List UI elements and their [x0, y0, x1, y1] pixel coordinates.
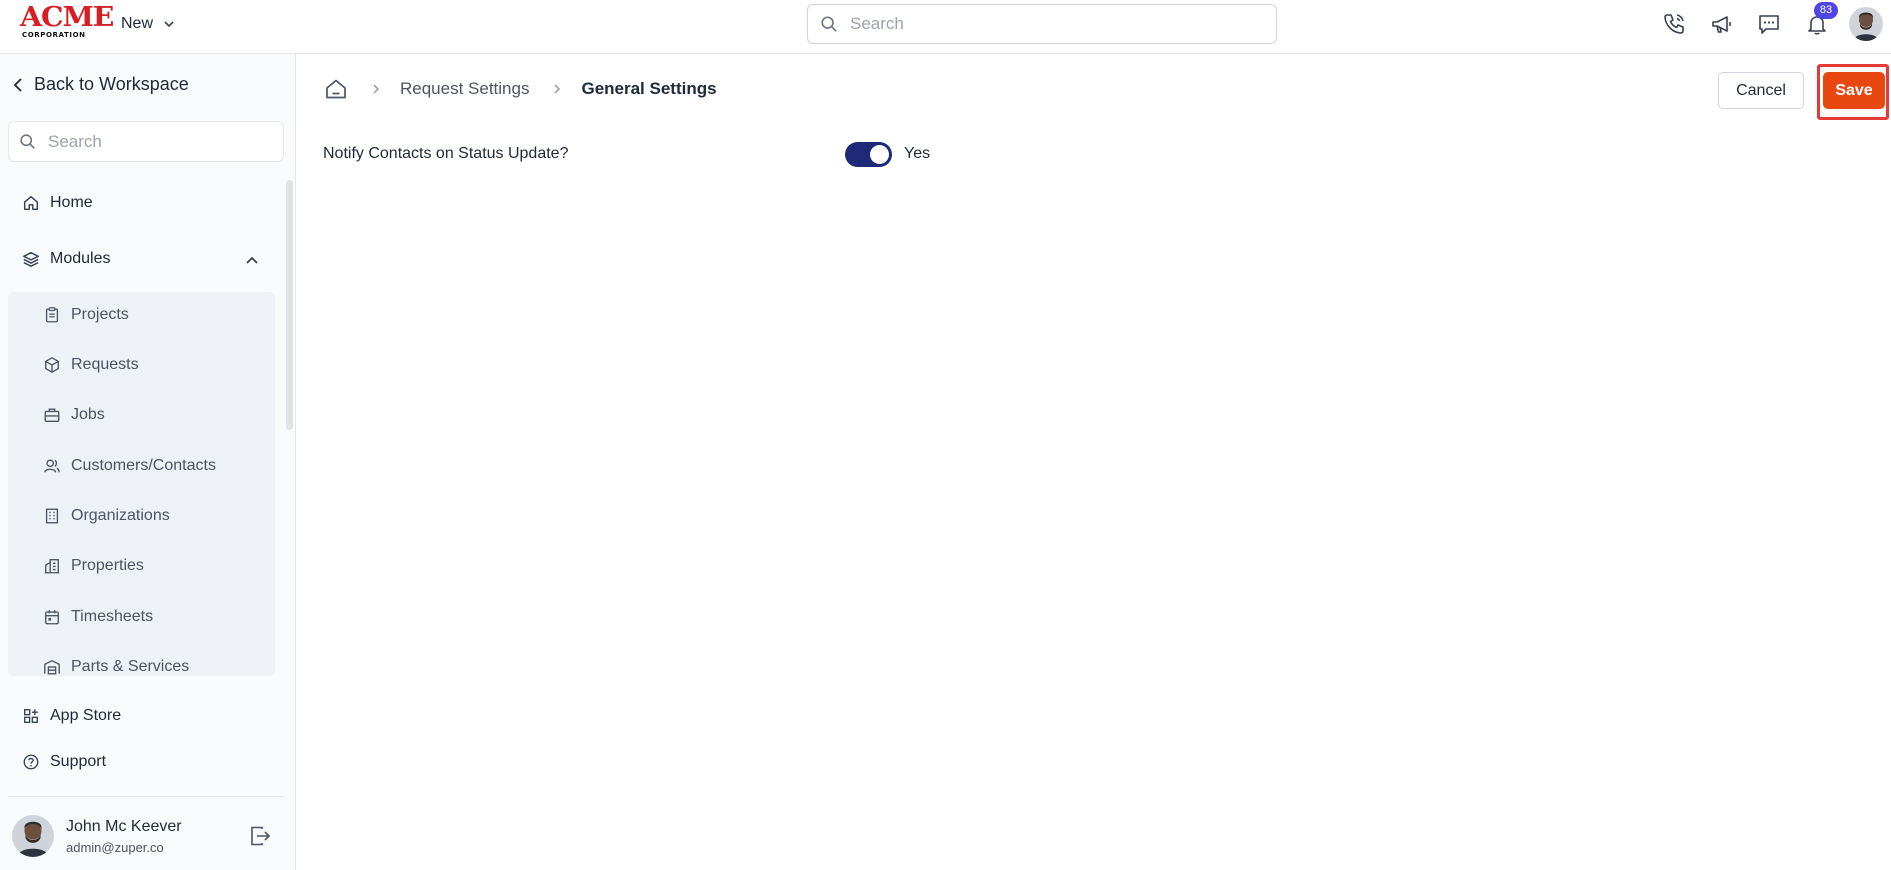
sidebar-item-requests[interactable]: Requests	[43, 356, 139, 374]
sidebar-item-properties[interactable]: Properties	[43, 557, 144, 575]
warehouse-icon	[44, 660, 60, 675]
app-store-icon	[24, 709, 38, 723]
toggle-knob	[870, 145, 889, 164]
sidebar-item-label: Modules	[50, 250, 111, 267]
sidebar-item-app-store[interactable]: App Store	[22, 707, 121, 725]
sidebar-item-projects[interactable]: Projects	[43, 306, 129, 324]
notify-contacts-toggle[interactable]	[845, 142, 892, 167]
sidebar-item-label: Timesheets	[71, 608, 154, 625]
sidebar-item-label: Support	[50, 753, 107, 770]
breadcrumb-request-settings[interactable]: Request Settings	[400, 79, 529, 99]
sidebar-item-timesheets[interactable]: Timesheets	[43, 608, 153, 626]
building-icon	[45, 508, 59, 524]
back-to-workspace-link[interactable]: Back to Workspace	[12, 74, 189, 95]
sidebar-item-support[interactable]: Support	[22, 753, 106, 771]
help-circle-icon	[23, 754, 39, 770]
home-icon[interactable]	[324, 77, 348, 101]
search-icon	[821, 16, 837, 32]
notify-contacts-value: Yes	[904, 145, 931, 162]
new-button[interactable]: New	[121, 13, 175, 35]
sidebar-scrollbar[interactable]	[286, 180, 293, 430]
save-button[interactable]: Save	[1823, 72, 1885, 109]
sidebar-item-label: Jobs	[71, 406, 105, 423]
home-icon	[23, 195, 39, 211]
layers-icon	[23, 251, 39, 268]
sidebar-search[interactable]	[8, 121, 284, 162]
sidebar-item-parts-services[interactable]: Parts & Services	[43, 658, 189, 676]
modules-submenu: Projects Requests Jobs Customers/Contact…	[8, 292, 275, 676]
user-email: admin@zuper.co	[66, 840, 164, 855]
notification-count-badge: 83	[1814, 2, 1838, 19]
sidebar-search-input[interactable]	[48, 131, 268, 152]
top-bar: ACME CORPORATION New 83	[0, 0, 1891, 54]
sidebar-item-home[interactable]: Home	[22, 194, 93, 212]
sidebar-item-jobs[interactable]: Jobs	[43, 406, 105, 424]
sidebar-item-label: Requests	[71, 356, 139, 373]
chevron-left-icon	[13, 77, 22, 92]
logo-brand-text: ACME	[20, 2, 114, 33]
profile-avatar[interactable]	[1849, 7, 1883, 41]
back-link-label: Back to Workspace	[34, 74, 189, 94]
briefcase-icon	[44, 408, 60, 422]
sidebar-item-label: Customers/Contacts	[71, 457, 216, 474]
sidebar-divider	[8, 796, 284, 797]
page-title: General Settings	[581, 79, 717, 98]
notify-contacts-label: Notify Contacts on Status Update?	[323, 145, 569, 162]
sidebar-item-label: Organizations	[71, 507, 170, 524]
sidebar-item-organizations[interactable]: Organizations	[43, 507, 170, 525]
acme-logo[interactable]: ACME CORPORATION	[20, 4, 114, 39]
chat-icon[interactable]	[1755, 10, 1783, 38]
new-button-label: New	[121, 15, 154, 32]
sidebar-item-label: Projects	[71, 306, 129, 323]
sidebar-item-label: Home	[50, 194, 93, 211]
sidebar-item-label: Parts & Services	[71, 658, 190, 675]
chevron-right-icon	[554, 84, 561, 94]
global-search[interactable]	[807, 4, 1277, 44]
users-icon	[44, 459, 60, 473]
sidebar-item-label: Properties	[71, 557, 144, 574]
megaphone-icon[interactable]	[1708, 10, 1736, 38]
cube-icon	[45, 357, 59, 373]
search-icon	[20, 134, 35, 149]
breadcrumb: Request Settings General Settings	[324, 77, 717, 101]
user-avatar[interactable]	[12, 815, 54, 857]
chevron-right-icon	[373, 84, 380, 94]
sidebar: Back to Workspace Home Modules Projects …	[0, 54, 296, 870]
sidebar-item-label: App Store	[50, 707, 122, 724]
chevron-up-icon[interactable]	[244, 252, 260, 268]
property-icon	[44, 559, 60, 574]
calendar-icon	[45, 610, 59, 625]
global-search-input[interactable]	[850, 14, 1250, 34]
logout-icon[interactable]	[248, 824, 272, 848]
phone-icon[interactable]	[1660, 10, 1688, 38]
clipboard-icon	[45, 307, 59, 323]
cancel-button[interactable]: Cancel	[1718, 72, 1804, 109]
sidebar-item-modules[interactable]: Modules	[22, 250, 110, 268]
user-name: John Mc Keever	[66, 818, 182, 835]
sidebar-item-customers-contacts[interactable]: Customers/Contacts	[43, 457, 216, 475]
chevron-down-icon	[164, 21, 174, 28]
